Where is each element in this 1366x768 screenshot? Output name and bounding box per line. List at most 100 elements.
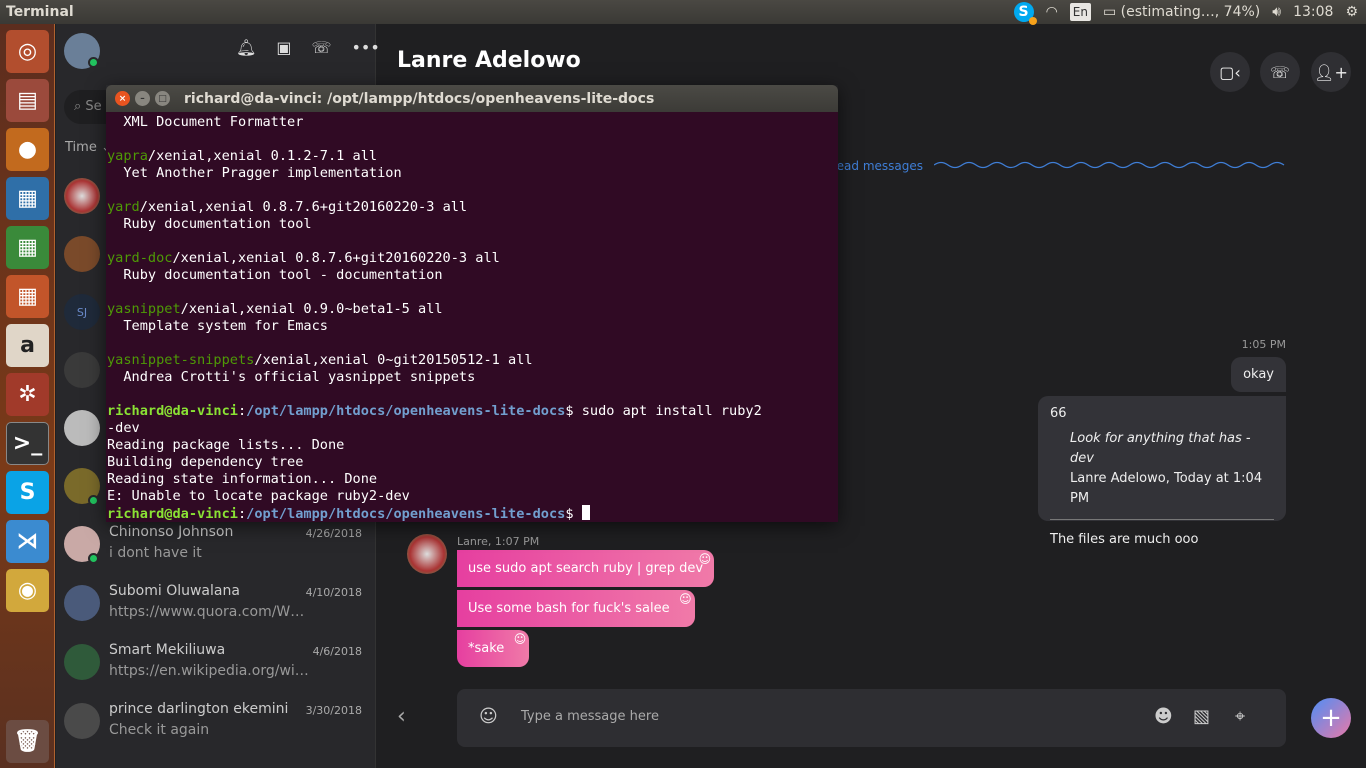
wifi-icon[interactable]: ◠ bbox=[1046, 4, 1058, 20]
vscode-icon[interactable]: ⋊ bbox=[6, 520, 49, 563]
sticker-icon[interactable]: ☻ bbox=[1154, 706, 1173, 727]
reply-text: The files are much ooo bbox=[1050, 532, 1199, 547]
line-text: Ruby documentation tool - documentation bbox=[107, 267, 443, 283]
battery-status: (estimating…, 74%) bbox=[1120, 4, 1261, 20]
ubuntu-dash-icon[interactable]: ◎ bbox=[6, 30, 49, 73]
line-text: Yet Another Pragger implementation bbox=[107, 165, 402, 181]
battery-indicator[interactable]: ▭ (estimating…, 74%) bbox=[1103, 4, 1260, 20]
contacts-icon[interactable]: ▣ bbox=[276, 38, 291, 57]
quoted-message[interactable]: 66 Look for anything that has -dev Lanre … bbox=[1038, 396, 1286, 547]
prompt-path: /opt/lampp/htdocs/openheavens-lite-docs bbox=[246, 403, 566, 419]
prompt-user: richard@da-vinci bbox=[107, 506, 238, 522]
package-name: yard-doc bbox=[107, 250, 173, 266]
scrollbar[interactable] bbox=[835, 490, 838, 522]
received-message[interactable]: use sudo apt search ruby | grep dev ☺ bbox=[457, 550, 715, 587]
chat-preview: https://en.wikipedia.org/wiki/... bbox=[109, 663, 309, 679]
terminal-title: richard@da-vinci: /opt/lampp/htdocs/open… bbox=[184, 90, 655, 107]
minimize-icon[interactable]: – bbox=[135, 91, 150, 106]
prompt-line[interactable]: richard@da-vinci:/opt/lampp/htdocs/openh… bbox=[107, 505, 834, 522]
message-text: use sudo apt search ruby | grep dev bbox=[468, 561, 704, 576]
divider bbox=[1050, 519, 1274, 520]
message-composer[interactable]: ☺ Type a message here ☻ ▧ ⌖ bbox=[457, 689, 1286, 747]
chat-item[interactable]: Subomi Oluwalana https://www.quora.com/W… bbox=[56, 579, 376, 637]
notifications-bell-icon[interactable]: 🔔︎ bbox=[236, 38, 256, 57]
chat-date: 3/30/2018 bbox=[305, 704, 362, 717]
skype-icon[interactable]: S bbox=[6, 471, 49, 514]
avatar: SJ bbox=[64, 294, 100, 330]
media-file-icon[interactable]: ▧ bbox=[1193, 706, 1210, 727]
package-name: yasnippet bbox=[107, 301, 181, 317]
files-icon[interactable]: ▤ bbox=[6, 79, 49, 122]
sort-dropdown[interactable]: Time ⌄ bbox=[65, 140, 112, 155]
sender-label: Lanre, 1:07 PM bbox=[457, 535, 540, 548]
avatar bbox=[64, 585, 100, 621]
quote-author: Lanre Adelowo, Today at 1:04 PM bbox=[1070, 471, 1263, 506]
message-input[interactable]: Type a message here bbox=[521, 709, 659, 724]
package-name: yapra bbox=[107, 148, 148, 164]
unread-divider-wave bbox=[934, 161, 1285, 169]
video-call-button[interactable]: ▢‹ bbox=[1210, 52, 1250, 92]
chat-item[interactable]: prince darlington ekemini Check it again… bbox=[56, 697, 376, 755]
chat-preview: https://www.quora.com/Wh... bbox=[109, 604, 309, 620]
line-text: Template system for Emacs bbox=[107, 318, 328, 334]
package-name: yasnippet-snippets bbox=[107, 352, 255, 368]
chat-item[interactable]: Chinonso Johnson i dont have it 4/26/201… bbox=[56, 520, 376, 578]
terminal-line: Andrea Crotti's official yasnippet snipp… bbox=[107, 369, 834, 386]
avatar bbox=[64, 410, 100, 446]
message-text: Use some bash for fuck's salee bbox=[468, 601, 670, 616]
terminal-window[interactable]: × – □ richard@da-vinci: /opt/lampp/htdoc… bbox=[106, 85, 838, 522]
chat-name: Subomi Oluwalana bbox=[109, 583, 240, 599]
reaction-smiley-icon[interactable]: ☺ bbox=[514, 632, 527, 646]
calc-icon[interactable]: ▦ bbox=[6, 226, 49, 269]
active-app-title: Terminal bbox=[6, 4, 74, 20]
terminal-icon[interactable]: >_ bbox=[6, 422, 49, 465]
writer-icon[interactable]: ▦ bbox=[6, 177, 49, 220]
power-gear-icon[interactable]: ⚙ bbox=[1345, 4, 1358, 20]
add-button[interactable]: + bbox=[1311, 698, 1351, 738]
terminal-output[interactable]: XML Document Formatter yapra/xenial,xeni… bbox=[106, 112, 838, 522]
calls-icon[interactable]: ☏ bbox=[311, 38, 331, 57]
chat-preview: Check it again bbox=[109, 722, 210, 738]
add-person-button[interactable]: 👤︎+ bbox=[1311, 52, 1351, 92]
terminal-line: yard/xenial,xenial 0.8.7.6+git20160220-3… bbox=[107, 199, 834, 216]
back-chevron-icon[interactable]: ‹ bbox=[397, 704, 406, 729]
sent-message[interactable]: okay bbox=[1231, 357, 1286, 392]
received-message[interactable]: *sake ☺ bbox=[457, 630, 530, 667]
prompt-path: /opt/lampp/htdocs/openheavens-lite-docs bbox=[246, 506, 566, 522]
top-panel: Terminal S ◠ En ▭ (estimating…, 74%) 🔊︎ … bbox=[0, 0, 1366, 25]
more-options-icon[interactable]: ••• bbox=[351, 38, 379, 57]
settings-icon[interactable]: ✲ bbox=[6, 373, 49, 416]
command-output: Reading package lists... Done Building d… bbox=[107, 437, 410, 504]
clock[interactable]: 13:08 bbox=[1293, 4, 1333, 20]
received-message[interactable]: Use some bash for fuck's salee ☺ bbox=[457, 590, 695, 627]
location-pin-icon[interactable]: ⌖ bbox=[1235, 706, 1245, 727]
reaction-smiley-icon[interactable]: ☺ bbox=[699, 552, 712, 566]
audio-call-button[interactable]: ☏ bbox=[1260, 52, 1300, 92]
chat-date: 4/10/2018 bbox=[305, 586, 362, 599]
terminal-line: Ruby documentation tool bbox=[107, 216, 834, 233]
maximize-icon[interactable]: □ bbox=[155, 91, 170, 106]
terminal-line: yasnippet-snippets/xenial,xenial 0~git20… bbox=[107, 352, 834, 369]
close-icon[interactable]: × bbox=[115, 91, 130, 106]
line-text: /xenial,xenial 0.8.7.6+git20160220-3 all bbox=[172, 250, 500, 266]
emoji-icon[interactable]: ☺ bbox=[479, 706, 498, 727]
firefox-icon[interactable]: ● bbox=[6, 128, 49, 171]
skype-tray-icon[interactable]: S bbox=[1013, 2, 1037, 25]
trash-icon[interactable]: 🗑︎ bbox=[6, 720, 49, 763]
terminal-titlebar[interactable]: × – □ richard@da-vinci: /opt/lampp/htdoc… bbox=[106, 85, 838, 112]
terminal-line: yapra/xenial,xenial 0.1.2-7.1 all bbox=[107, 148, 834, 165]
prompt-user: richard@da-vinci bbox=[107, 403, 238, 419]
volume-icon[interactable]: 🔊︎ bbox=[1272, 4, 1281, 20]
impress-icon[interactable]: ▦ bbox=[6, 275, 49, 318]
sender-avatar[interactable] bbox=[407, 534, 447, 574]
avatar bbox=[64, 703, 100, 739]
amazon-icon[interactable]: a bbox=[6, 324, 49, 367]
search-placeholder: Se bbox=[85, 99, 102, 114]
chat-item[interactable]: Smart Mekiliuwa https://en.wikipedia.org… bbox=[56, 638, 376, 696]
chrome-icon[interactable]: ◉ bbox=[6, 569, 49, 612]
reaction-smiley-icon[interactable]: ☺ bbox=[679, 592, 692, 606]
keyboard-layout[interactable]: En bbox=[1069, 3, 1091, 21]
